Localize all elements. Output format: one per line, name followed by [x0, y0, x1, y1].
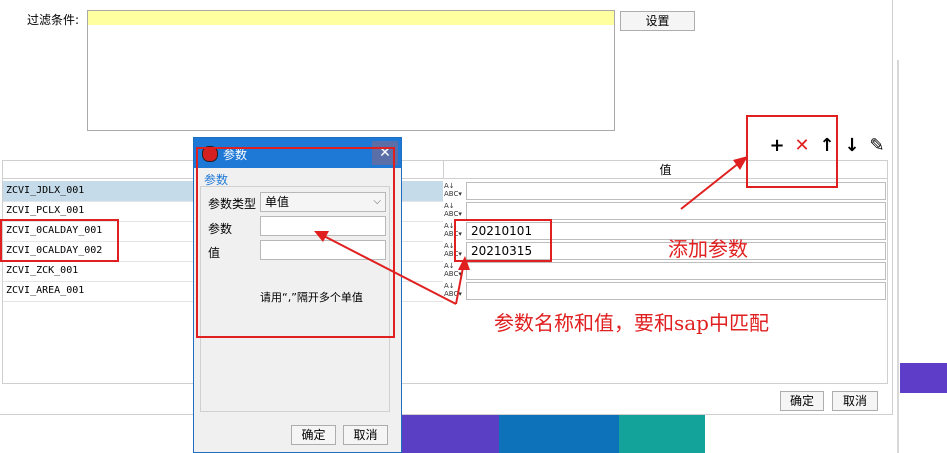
arrowhead: [458, 256, 470, 270]
add-param-annotation: 添加参数: [668, 237, 748, 261]
match-note-annotation: 参数名称和值，要和sap中匹配: [494, 311, 769, 335]
annotation-arrows: [314, 156, 748, 305]
arrow-to-toolbar: [680, 158, 745, 210]
arrowhead: [733, 156, 748, 170]
arrow-to-dialog: [319, 233, 457, 305]
